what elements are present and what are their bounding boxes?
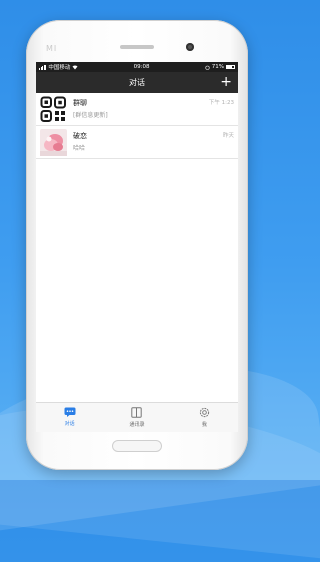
conversation-preview: 哈哈 — [73, 145, 86, 152]
tab-label: 对话 — [64, 421, 75, 427]
conversation-preview: [群信息更新] — [73, 112, 108, 119]
wifi-icon — [72, 64, 78, 69]
tab-label: 通讯录 — [129, 422, 145, 428]
settings-gear-icon — [199, 407, 209, 418]
phone-home-button[interactable] — [112, 440, 162, 452]
tab-chat[interactable]: 对话 — [36, 403, 103, 432]
phone-frame: MI 中国移动 09:08 71% 对话 + 群聊 [群信息更新] 下午 1:2… — [26, 20, 248, 470]
bottom-tab-bar: 对话 通讯录 我 — [36, 402, 238, 432]
conversation-item-contact[interactable]: 破恋 哈哈 昨天 — [36, 126, 238, 159]
phone-speaker — [120, 45, 154, 49]
photo-avatar — [40, 129, 67, 156]
contacts-book-icon — [131, 407, 143, 418]
conversation-time: 昨天 — [222, 133, 234, 139]
qr-grid-avatar — [40, 96, 66, 122]
carrier-label: 中国移动 — [48, 65, 71, 71]
app-screen: 中国移动 09:08 71% 对话 + 群聊 [群信息更新] 下午 1:23 破… — [36, 62, 238, 432]
signal-group: 中国移动 — [39, 63, 78, 71]
plus-icon[interactable]: + — [220, 74, 232, 90]
clock: 09:08 — [133, 64, 150, 70]
tab-label: 我 — [201, 422, 207, 428]
conversation-list: 群聊 [群信息更新] 下午 1:23 破恋 哈哈 昨天 — [36, 93, 238, 159]
title-bar: 对话 + — [36, 72, 238, 93]
conversation-item-group-chat[interactable]: 群聊 [群信息更新] 下午 1:23 — [36, 93, 238, 126]
conversation-name: 群聊 — [73, 99, 87, 107]
page-title: 对话 — [129, 78, 145, 87]
signal-icon — [39, 64, 47, 70]
tab-me[interactable]: 我 — [171, 403, 238, 432]
status-bar: 中国移动 09:08 71% — [36, 62, 238, 72]
alarm-icon — [205, 65, 210, 70]
conversation-time: 下午 1:23 — [208, 100, 234, 106]
chat-icon — [64, 407, 76, 417]
tab-contacts[interactable]: 通讯录 — [103, 403, 170, 432]
battery-icon — [225, 65, 235, 69]
status-right: 71% — [205, 64, 235, 70]
battery-percent: 71% — [211, 64, 224, 70]
conversation-name: 破恋 — [73, 132, 87, 140]
phone-brand-logo: MI — [46, 44, 58, 53]
phone-camera — [186, 43, 194, 51]
